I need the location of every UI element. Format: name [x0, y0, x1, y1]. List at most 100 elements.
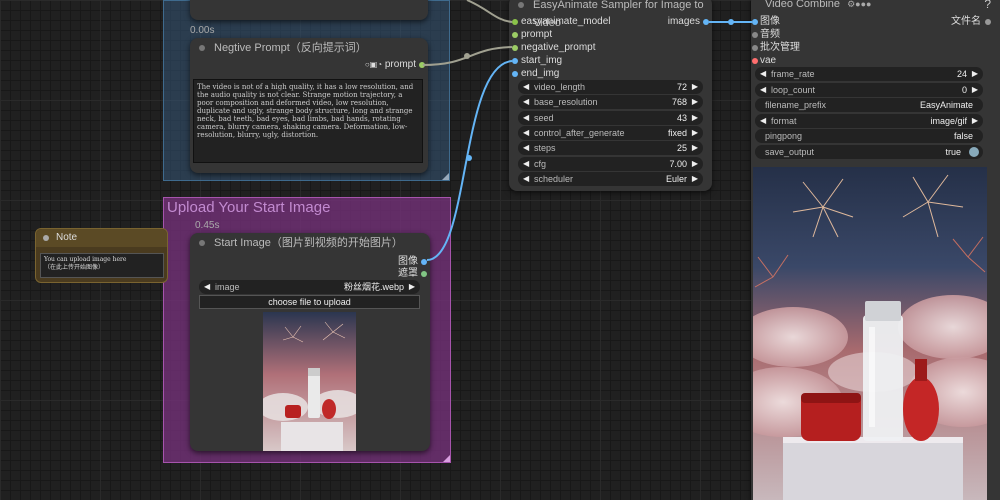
group-resize-handle[interactable]: [442, 173, 449, 180]
note-line: （在此上传开始图像）: [44, 264, 105, 271]
right-arrow-icon[interactable]: ▶: [972, 83, 978, 97]
input-batch[interactable]: 批次管理: [760, 42, 800, 54]
right-arrow-icon[interactable]: ▶: [972, 114, 978, 128]
input-image[interactable]: 图像: [760, 16, 780, 28]
right-arrow-icon[interactable]: ▶: [692, 141, 698, 155]
vc-widget-format[interactable]: ◀ format image/gif ▶: [755, 113, 983, 128]
left-arrow-icon[interactable]: ◀: [523, 172, 529, 186]
output-label: 图像: [398, 256, 418, 267]
sampler-widget-steps[interactable]: ◀ steps 25 ▶: [518, 141, 703, 156]
vc-widget-filename-prefix[interactable]: filename_prefix EasyAnimate: [755, 98, 983, 112]
widget-label: filename_prefix: [765, 100, 827, 110]
right-arrow-icon[interactable]: ▶: [409, 280, 415, 294]
vc-widget-frame-rate[interactable]: ◀ frame_rate 24 ▶: [755, 67, 983, 81]
sampler-widget-control-after-generate[interactable]: ◀ control_after_generate fixed ▶: [518, 125, 703, 140]
right-arrow-icon[interactable]: ▶: [692, 111, 698, 125]
image-selector[interactable]: ◀ image 粉丝烟花.webp ▶: [199, 280, 420, 294]
input-negative-prompt[interactable]: negative_prompt: [521, 42, 596, 54]
left-arrow-icon[interactable]: ◀: [523, 80, 529, 94]
output-prompt[interactable]: ○▣◔ prompt: [365, 59, 416, 71]
collapse-dot[interactable]: [199, 45, 205, 51]
input-dot[interactable]: [752, 58, 758, 64]
input-dot[interactable]: [752, 19, 758, 25]
negative-prompt-node[interactable]: Negtive Prompt（反向提示词） ○▣◔ prompt The vid…: [190, 38, 428, 173]
input-vae[interactable]: vae: [760, 55, 776, 67]
note-text[interactable]: You can upload image here （在此上传开始图像）: [40, 253, 164, 278]
vc-widget-loop-count[interactable]: ◀ loop_count 0 ▶: [755, 82, 983, 97]
group-resize-handle[interactable]: [443, 455, 450, 462]
right-arrow-icon[interactable]: ▶: [692, 95, 698, 109]
sampler-widget-scheduler[interactable]: ◀ scheduler Euler ▶: [518, 171, 703, 186]
link-midpoint: [466, 155, 472, 161]
note-title-bar[interactable]: Note: [36, 229, 167, 247]
sampler-widget-cfg[interactable]: ◀ cfg 7.00 ▶: [518, 156, 703, 171]
widget-value: EasyAnimate: [919, 100, 973, 110]
start-image-node[interactable]: Start Image（图片到视频的开始图片） 图像 遮罩 ◀ image 粉丝…: [190, 233, 430, 451]
images-output-dot[interactable]: [703, 19, 709, 25]
widget-label: scheduler: [534, 173, 574, 184]
widget-label: control_after_generate: [534, 127, 625, 138]
input-dot[interactable]: [512, 45, 518, 51]
left-arrow-icon[interactable]: ◀: [523, 157, 529, 171]
output-images[interactable]: images: [668, 16, 700, 28]
input-end-img[interactable]: end_img: [521, 68, 559, 80]
input-dot[interactable]: [512, 19, 518, 25]
widget-value: false: [953, 131, 973, 141]
negative-prompt-textarea[interactable]: The video is not of a high quality, it h…: [193, 79, 423, 163]
widget-value: fixed: [667, 127, 687, 138]
note-node[interactable]: Note You can upload image here （在此上传开始图像…: [35, 228, 168, 283]
left-arrow-icon[interactable]: ◀: [523, 95, 529, 109]
left-arrow-icon[interactable]: ◀: [760, 83, 766, 97]
input-dot[interactable]: [512, 71, 518, 77]
left-arrow-icon[interactable]: ◀: [204, 280, 210, 294]
toggle-knob[interactable]: [969, 146, 979, 157]
sampler-widget-seed[interactable]: ◀ seed 43 ▶: [518, 110, 703, 125]
input-label: 批次管理: [760, 42, 800, 53]
sampler-widget-base-resolution[interactable]: ◀ base_resolution 768 ▶: [518, 95, 703, 110]
mask-output-dot[interactable]: [421, 271, 427, 277]
input-audio[interactable]: 音频: [760, 29, 780, 41]
positive-prompt-node[interactable]: [190, 0, 428, 20]
right-arrow-icon[interactable]: ▶: [692, 80, 698, 94]
input-start-img[interactable]: start_img: [521, 55, 562, 67]
widget-value: 768: [671, 97, 687, 108]
left-arrow-icon[interactable]: ◀: [760, 114, 766, 128]
input-dot[interactable]: [512, 58, 518, 64]
input-dot[interactable]: [512, 32, 518, 38]
collapse-dot[interactable]: [199, 240, 205, 246]
right-arrow-icon[interactable]: ▶: [692, 126, 698, 140]
sampler-widget-video-length[interactable]: ◀ video_length 72 ▶: [518, 80, 703, 94]
input-dot[interactable]: [752, 32, 758, 38]
prompt-output-dot[interactable]: [419, 62, 425, 68]
choose-file-button[interactable]: choose file to upload: [199, 295, 420, 309]
right-arrow-icon[interactable]: ▶: [972, 67, 978, 81]
collapse-dot[interactable]: [43, 235, 49, 241]
output-image[interactable]: 图像: [398, 256, 418, 268]
video-preview: [753, 167, 987, 500]
input-dot[interactable]: [752, 45, 758, 51]
node-title[interactable]: Start Image（图片到视频的开始图片）: [190, 233, 430, 253]
left-arrow-icon[interactable]: ◀: [523, 111, 529, 125]
left-arrow-icon[interactable]: ◀: [523, 126, 529, 140]
upload-timing: 0.45s: [195, 220, 220, 231]
vc-widget-pingpong[interactable]: pingpong false: [755, 129, 983, 143]
input-label: start_img: [521, 55, 563, 66]
left-arrow-icon[interactable]: ◀: [760, 67, 766, 81]
output-mask[interactable]: 遮罩: [398, 268, 418, 280]
link-midpoint: [728, 19, 734, 25]
output-filenames[interactable]: 文件名: [951, 16, 981, 28]
input-label: easyanimate_model: [521, 16, 611, 27]
right-arrow-icon[interactable]: ▶: [692, 157, 698, 171]
left-arrow-icon[interactable]: ◀: [523, 141, 529, 155]
widget-label: base_resolution: [534, 97, 598, 108]
image-output-dot[interactable]: [421, 259, 427, 265]
input-label: negative_prompt: [521, 42, 596, 53]
input-easyanimate-model[interactable]: easyanimate_model: [521, 16, 611, 28]
node-title[interactable]: Negtive Prompt（反向提示词）: [190, 38, 428, 58]
input-prompt[interactable]: prompt: [521, 29, 552, 41]
product-image: [263, 312, 356, 451]
vc-widget-save-output[interactable]: save_output true: [755, 144, 983, 159]
right-arrow-icon[interactable]: ▶: [692, 172, 698, 186]
widget-value: 43: [676, 112, 687, 123]
output-dot[interactable]: [985, 19, 991, 25]
